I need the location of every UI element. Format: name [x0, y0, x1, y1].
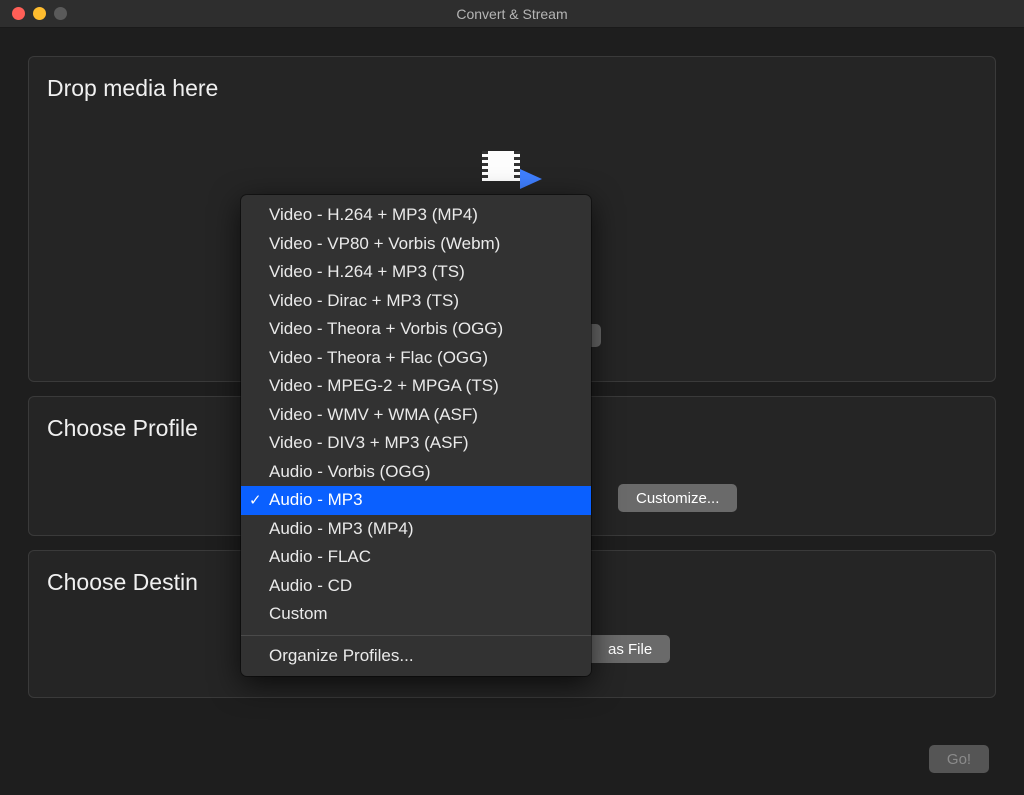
profile-option[interactable]: Video - H.264 + MP3 (TS) — [241, 258, 591, 287]
menu-separator — [241, 635, 591, 636]
profile-option-label: Video - H.264 + MP3 (MP4) — [269, 205, 478, 225]
customize-button-label: Customize... — [636, 490, 719, 507]
profile-option-label: Audio - CD — [269, 576, 352, 596]
profile-option-label: Video - Theora + Flac (OGG) — [269, 348, 488, 368]
drop-media-title: Drop media here — [47, 75, 218, 102]
minimize-window-button[interactable] — [33, 7, 46, 20]
profile-option[interactable]: Video - VP80 + Vorbis (Webm) — [241, 230, 591, 259]
close-window-button[interactable] — [12, 7, 25, 20]
media-file-icon — [482, 151, 542, 185]
profile-option[interactable]: Video - WMV + WMA (ASF) — [241, 401, 591, 430]
profile-option-label: Video - Dirac + MP3 (TS) — [269, 291, 459, 311]
titlebar: Convert & Stream — [0, 0, 1024, 28]
profile-option-label: Audio - FLAC — [269, 547, 371, 567]
checkmark-icon: ✓ — [249, 491, 262, 509]
profile-option[interactable]: Video - H.264 + MP3 (MP4) — [241, 201, 591, 230]
profile-option[interactable]: Video - Dirac + MP3 (TS) — [241, 287, 591, 316]
profile-option[interactable]: Audio - FLAC — [241, 543, 591, 572]
profile-option[interactable]: Video - MPEG-2 + MPGA (TS) — [241, 372, 591, 401]
window-title: Convert & Stream — [0, 6, 1024, 22]
profile-option-label: Video - Theora + Vorbis (OGG) — [269, 319, 503, 339]
zoom-window-button[interactable] — [54, 7, 67, 20]
go-button[interactable]: Go! — [929, 745, 989, 773]
profile-option[interactable]: Audio - Vorbis (OGG) — [241, 458, 591, 487]
profile-option-label: Video - H.264 + MP3 (TS) — [269, 262, 465, 282]
profile-option[interactable]: Custom — [241, 600, 591, 629]
profile-option[interactable]: ✓ Audio - MP3 — [241, 486, 591, 515]
profile-popup-menu[interactable]: Video - H.264 + MP3 (MP4) Video - VP80 + … — [241, 195, 591, 676]
traffic-lights — [0, 7, 67, 20]
profile-option-label: Audio - Vorbis (OGG) — [269, 462, 431, 482]
profile-option[interactable]: Audio - MP3 (MP4) — [241, 515, 591, 544]
profile-option-label: Video - DIV3 + MP3 (ASF) — [269, 433, 469, 453]
profile-option[interactable]: Video - DIV3 + MP3 (ASF) — [241, 429, 591, 458]
profile-option-label: Audio - MP3 — [269, 490, 363, 510]
profile-option-label: Video - WMV + WMA (ASF) — [269, 405, 478, 425]
profile-option[interactable]: Video - Theora + Vorbis (OGG) — [241, 315, 591, 344]
profile-option-label: Audio - MP3 (MP4) — [269, 519, 414, 539]
organize-profiles-item[interactable]: Organize Profiles... — [241, 642, 591, 671]
profile-option-label: Custom — [269, 604, 328, 624]
choose-destination-title: Choose Destin — [47, 569, 198, 596]
save-as-file-label: as File — [608, 641, 652, 658]
organize-profiles-label: Organize Profiles... — [269, 646, 414, 666]
profile-option-label: Video - MPEG-2 + MPGA (TS) — [269, 376, 499, 396]
choose-profile-title: Choose Profile — [47, 415, 198, 442]
profile-option-label: Video - VP80 + Vorbis (Webm) — [269, 234, 500, 254]
customize-button[interactable]: Customize... — [618, 484, 737, 512]
profile-option[interactable]: Audio - CD — [241, 572, 591, 601]
profile-option[interactable]: Video - Theora + Flac (OGG) — [241, 344, 591, 373]
go-button-label: Go! — [947, 751, 971, 768]
